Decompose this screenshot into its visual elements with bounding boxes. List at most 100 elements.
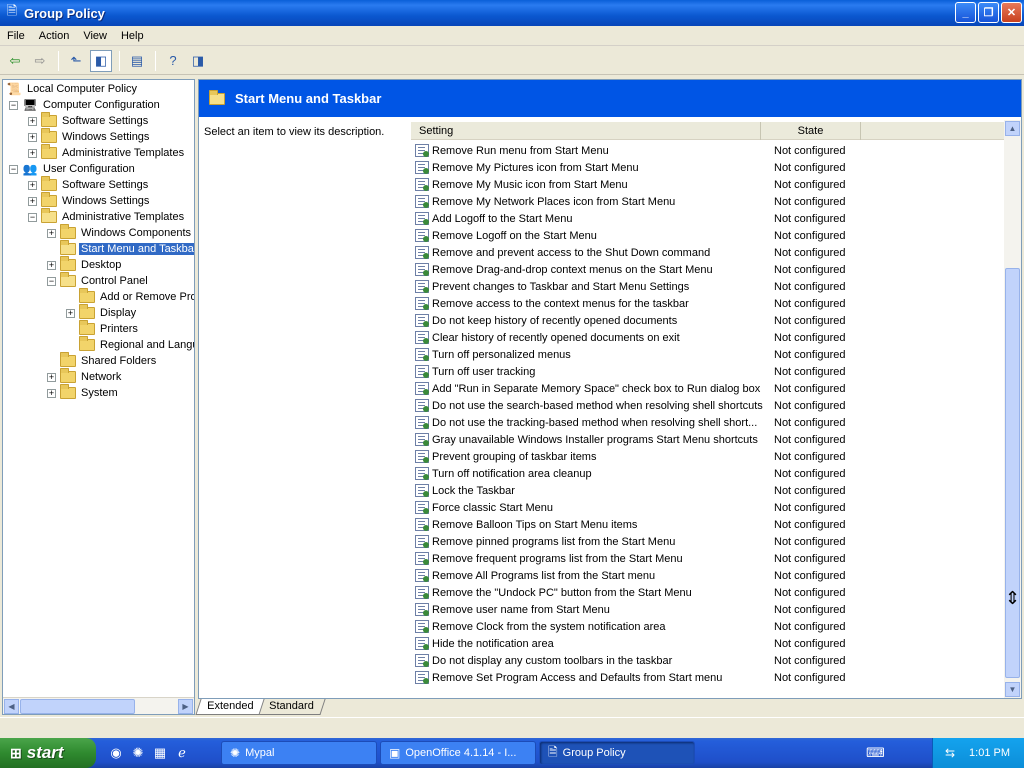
network-icon[interactable]: ⇆	[945, 746, 955, 760]
app-icon[interactable]: ▦	[152, 745, 168, 761]
expand-icon[interactable]: +	[47, 372, 56, 382]
table-row[interactable]: Remove Balloon Tips on Start Menu items N…	[411, 516, 1007, 533]
table-row[interactable]: Remove My Pictures icon from Start Menu N…	[411, 159, 1007, 176]
tree-item-regional-and-language[interactable]: Regional and Langu	[66, 336, 194, 353]
internet-explorer-icon[interactable]: ℯ	[174, 745, 190, 761]
expand-icon[interactable]: +	[28, 116, 37, 126]
start-button[interactable]: ⊞ start	[0, 738, 96, 768]
table-row[interactable]: Do not keep history of recently opened d…	[411, 312, 1007, 329]
tab-standard[interactable]: Standard	[257, 699, 326, 715]
scroll-right-arrow-icon[interactable]: ▶	[178, 699, 193, 714]
collapse-icon[interactable]: −	[9, 100, 18, 110]
table-row[interactable]: Hide the notification area Not configured	[411, 635, 1007, 652]
mypal-icon[interactable]: ✺	[130, 745, 146, 761]
tree-item-desktop[interactable]: + Desktop	[47, 256, 123, 273]
expand-icon[interactable]: +	[66, 308, 75, 318]
expand-icon[interactable]: +	[28, 148, 37, 158]
expand-icon[interactable]: +	[28, 196, 37, 206]
tree-item-uc-software-settings[interactable]: + Software Settings	[28, 176, 150, 193]
tree-horizontal-scrollbar[interactable]: ◀ ▶	[3, 697, 194, 714]
export-list-icon[interactable]: ▤	[126, 50, 148, 72]
expand-icon[interactable]: +	[47, 260, 56, 270]
collapse-icon[interactable]: −	[47, 276, 56, 286]
up-one-level-icon[interactable]: ⬑	[65, 50, 87, 72]
table-row[interactable]: Turn off personalized menus Not configure…	[411, 346, 1007, 363]
collapse-icon[interactable]: −	[28, 212, 37, 222]
tree-item-user-configuration[interactable]: − 👥 User Configuration	[9, 161, 137, 177]
table-row[interactable]: Add Logoff to the Start Menu Not configur…	[411, 210, 1007, 227]
table-row[interactable]: Force classic Start Menu Not configured	[411, 499, 1007, 516]
menu-file[interactable]: File	[0, 26, 32, 46]
table-row[interactable]: Remove All Programs list from the Start …	[411, 567, 1007, 584]
table-row[interactable]: Add "Run in Separate Memory Space" check…	[411, 380, 1007, 397]
tree-item-computer-configuration[interactable]: − 🖥 Computer Configuration	[9, 97, 162, 113]
table-row[interactable]: Remove Clock from the system notificatio…	[411, 618, 1007, 635]
scroll-thumb[interactable]	[1005, 268, 1020, 678]
tab-extended[interactable]: Extended	[195, 699, 266, 715]
clock[interactable]: 1:01 PM	[969, 747, 1010, 759]
table-row[interactable]: Remove and prevent access to the Shut Do…	[411, 244, 1007, 261]
tree-item-printers[interactable]: Printers	[66, 320, 140, 337]
table-row[interactable]: Remove the "Undock PC" button from the S…	[411, 584, 1007, 601]
table-row[interactable]: Remove frequent programs list from the S…	[411, 550, 1007, 567]
tree-item-shared-folders[interactable]: Shared Folders	[47, 352, 158, 369]
table-row[interactable]: Lock the Taskbar Not configured	[411, 482, 1007, 499]
minimize-button[interactable]: _	[955, 2, 976, 23]
table-row[interactable]: Prevent grouping of taskbar items Not con…	[411, 448, 1007, 465]
scroll-down-arrow-icon[interactable]: ▼	[1005, 682, 1020, 697]
expand-icon[interactable]: +	[28, 132, 37, 142]
tree-item-add-or-remove-programs[interactable]: Add or Remove Pro	[66, 288, 194, 305]
table-row[interactable]: Remove pinned programs list from the Sta…	[411, 533, 1007, 550]
help-icon[interactable]: ?	[162, 50, 184, 72]
column-setting[interactable]: Setting	[411, 122, 761, 140]
console-tree[interactable]: 📜 Local Computer Policy − 🖥 Computer Con…	[2, 79, 195, 715]
settings-list[interactable]: Setting State Remove Run menu from Start…	[411, 120, 1021, 698]
column-state[interactable]: State	[761, 122, 861, 140]
table-row[interactable]: Do not use the tracking-based method whe…	[411, 414, 1007, 431]
keyboard-icon[interactable]: ⌨	[866, 745, 885, 761]
vertical-scrollbar[interactable]: ▲ ▼	[1004, 120, 1021, 698]
table-row[interactable]: Turn off user tracking Not configured	[411, 363, 1007, 380]
table-row[interactable]: Remove My Network Places icon from Start…	[411, 193, 1007, 210]
forward-arrow-icon[interactable]: ⇨	[29, 50, 51, 72]
tree-item-network[interactable]: + Network	[47, 368, 123, 385]
collapse-icon[interactable]: −	[9, 164, 18, 174]
table-row[interactable]: Remove access to the context menus for t…	[411, 295, 1007, 312]
scroll-up-arrow-icon[interactable]: ▲	[1005, 121, 1020, 136]
taskbar-button-group-policy[interactable]: 🗎 Group Policy	[539, 741, 695, 765]
tree-item-uc-windows-settings[interactable]: + Windows Settings	[28, 192, 151, 209]
tree-item-display[interactable]: + Display	[66, 304, 138, 321]
table-row[interactable]: Remove My Music icon from Start Menu Not …	[411, 176, 1007, 193]
table-row[interactable]: Gray unavailable Windows Installer progr…	[411, 431, 1007, 448]
menu-view[interactable]: View	[76, 26, 114, 46]
scroll-thumb[interactable]	[20, 699, 135, 714]
expand-icon[interactable]: +	[47, 388, 56, 398]
scroll-left-arrow-icon[interactable]: ◀	[4, 699, 19, 714]
taskbar-button-mypal[interactable]: ✺ Mypal	[221, 741, 377, 765]
taskbar-button-openoffice[interactable]: ▣ OpenOffice 4.1.14 - I...	[380, 741, 536, 765]
table-row[interactable]: Prevent changes to Taskbar and Start Men…	[411, 278, 1007, 295]
tree-item-windows-components[interactable]: + Windows Components	[47, 224, 193, 241]
menu-action[interactable]: Action	[32, 26, 77, 46]
close-button[interactable]: ✕	[1001, 2, 1022, 23]
table-row[interactable]: Remove Drag-and-drop context menus on th…	[411, 261, 1007, 278]
table-row[interactable]: Remove Logoff on the Start Menu Not confi…	[411, 227, 1007, 244]
show-hide-action-pane-icon[interactable]: ◨	[187, 50, 209, 72]
table-row[interactable]: Remove Run menu from Start Menu Not confi…	[411, 142, 1007, 159]
menu-help[interactable]: Help	[114, 26, 151, 46]
tree-item-control-panel[interactable]: − Control Panel	[47, 272, 150, 289]
restore-button[interactable]: ❐	[978, 2, 999, 23]
tree-item-system[interactable]: + System	[47, 384, 120, 401]
tree-item-cc-software-settings[interactable]: + Software Settings	[28, 112, 150, 129]
table-row[interactable]: Do not display any custom toolbars in th…	[411, 652, 1007, 669]
expand-icon[interactable]: +	[28, 180, 37, 190]
table-row[interactable]: Clear history of recently opened documen…	[411, 329, 1007, 346]
tree-item-local-computer-policy[interactable]: 📜 Local Computer Policy	[6, 81, 139, 97]
app-icon[interactable]: ◉	[108, 745, 124, 761]
tree-item-uc-administrative-templates[interactable]: − Administrative Templates	[28, 208, 186, 225]
expand-icon[interactable]: +	[47, 228, 56, 238]
table-row[interactable]: Turn off notification area cleanup Not co…	[411, 465, 1007, 482]
tree-item-cc-administrative-templates[interactable]: + Administrative Templates	[28, 144, 186, 161]
table-row[interactable]: Remove Set Program Access and Defaults f…	[411, 669, 1007, 686]
table-row[interactable]: Do not use the search-based method when …	[411, 397, 1007, 414]
